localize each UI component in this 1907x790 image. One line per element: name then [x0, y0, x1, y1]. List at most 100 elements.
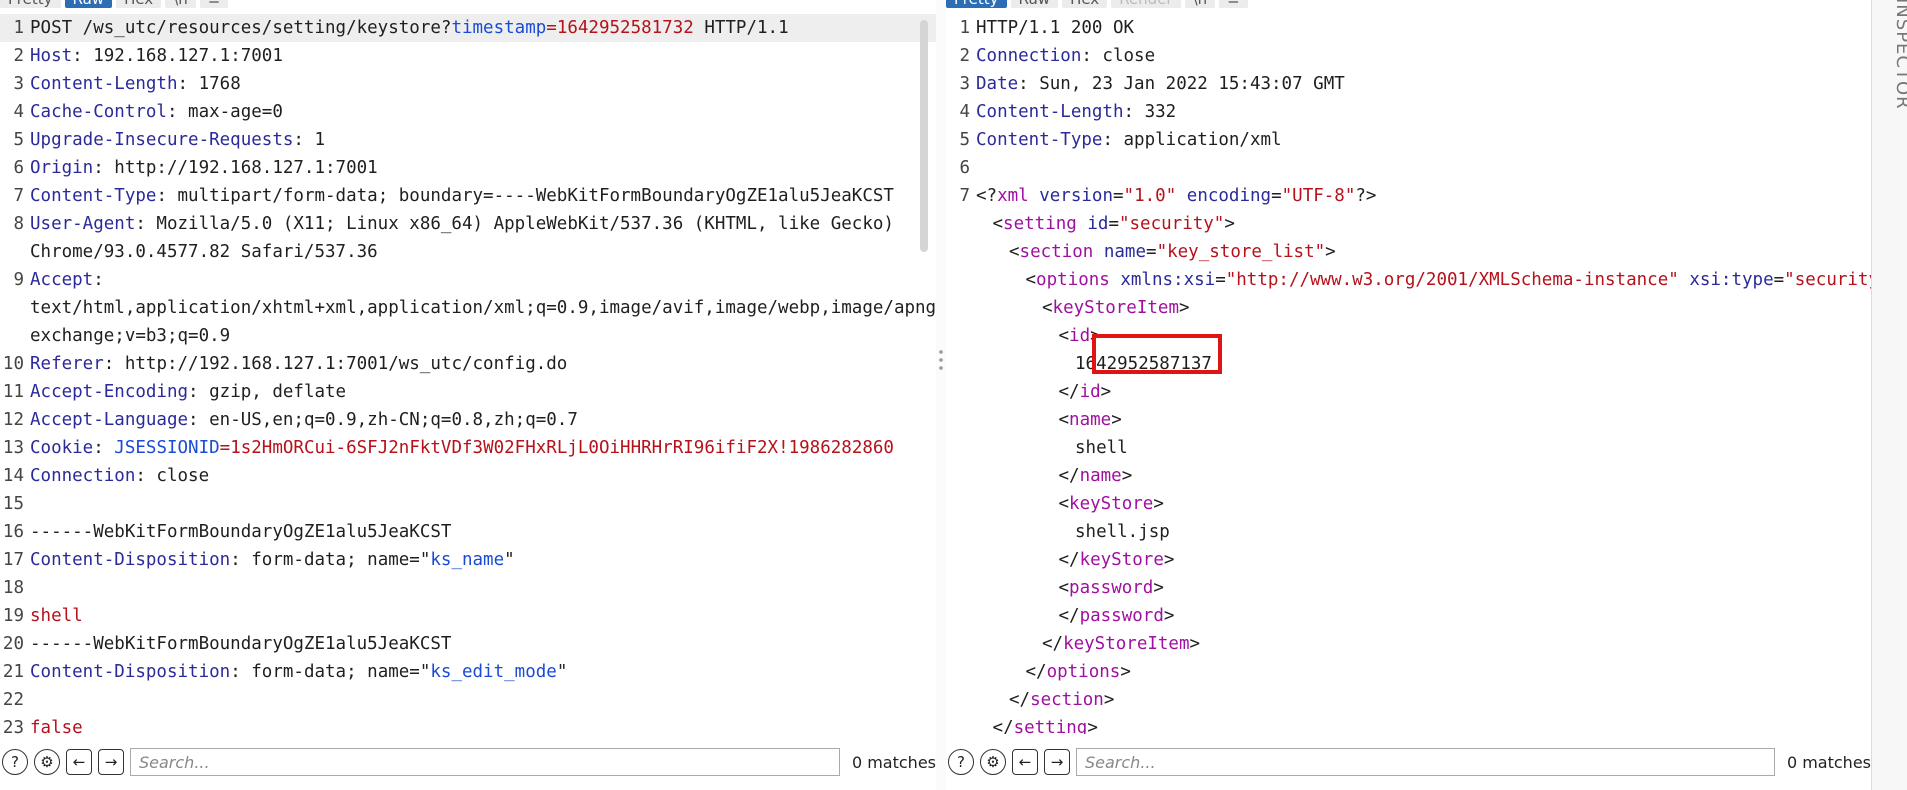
xml-section-open: <section name="key_store_list"> — [1009, 242, 1336, 262]
drag-handle-icon[interactable] — [939, 348, 943, 372]
header-name: Content-Length — [976, 102, 1124, 122]
header-line: 4 Cache-Control: max-age=0 — [13, 102, 283, 122]
request-pane: PrettyRawHex\n≡ 1 POST /ws_utc/resources… — [0, 0, 936, 790]
status-line: 1 HTTP/1.1 200 OK — [959, 18, 1135, 38]
header-name: Referer — [30, 354, 104, 374]
help-icon[interactable]: ? — [2, 749, 28, 775]
previous-arrow-icon[interactable]: ← — [66, 749, 92, 775]
tab-response-0[interactable]: Pretty — [946, 0, 1007, 8]
header-value: : 332 — [1123, 102, 1177, 122]
xml-id-value: 1642952587137 — [1075, 354, 1212, 374]
header-line: 4 Content-Length: 332 — [959, 102, 1177, 122]
header-name: Origin — [30, 158, 94, 178]
tab-response-5[interactable]: ≡ — [1219, 0, 1248, 8]
header-value: : Mozilla/5.0 (X11; Linux x86_64) AppleW… — [30, 214, 905, 262]
response-pane: PrettyRawHexRender\n≡ 1 HTTP/1.1 200 OK … — [946, 0, 1871, 790]
inspector-sidebar[interactable]: INSPECTOR — [1871, 0, 1907, 790]
header-name: Content-Type — [30, 186, 157, 206]
settings-gear-icon[interactable]: ⚙ — [980, 749, 1006, 775]
connection-header-line: 14 Connection: close — [2, 466, 210, 486]
body-text: shell — [30, 606, 83, 626]
request-editor[interactable]: 1 POST /ws_utc/resources/setting/keystor… — [0, 14, 936, 738]
header-line: 12 Accept-Language: en-US,en;q=0.9,zh-CN;… — [2, 410, 578, 430]
xml-keystoreitem-open: <keyStoreItem> — [1042, 298, 1190, 318]
response-headers: 2 Connection: close 3 Date: Sun, 23 Jan 202… — [946, 42, 1871, 154]
request-line: 1 POST /ws_utc/resources/setting/keystor… — [0, 14, 936, 42]
header-name: Host — [30, 46, 73, 66]
inspector-label: INSPECTOR — [1892, 0, 1907, 110]
cookie-header-line: 13 Cookie: JSESSIONID=1s2HmORCui-6SFJ2nF… — [2, 438, 894, 458]
header-line: 3 Date: Sun, 23 Jan 2022 15:43:07 GMT — [959, 74, 1345, 94]
tab-response-1[interactable]: Raw — [1010, 0, 1059, 8]
header-name: Upgrade-Insecure-Requests — [30, 130, 294, 150]
request-scrollbar[interactable] — [920, 20, 928, 252]
tab-request-0[interactable]: Pretty — [0, 0, 61, 8]
header-name: Connection — [976, 46, 1082, 66]
body-line: 20 ------WebKitFormBoundaryOgZE1alu5JeaKC… — [2, 634, 452, 654]
body-line: 17 Content-Disposition: form-data; name="… — [2, 550, 515, 570]
body-text: ------WebKitFormBoundaryOgZE1alu5JeaKCST — [30, 522, 452, 542]
header-value: : 192.168.127.1:7001 — [72, 46, 283, 66]
header-name: Accept-Encoding — [30, 382, 189, 402]
tab-request-1[interactable]: Raw — [64, 0, 113, 8]
previous-arrow-icon[interactable]: ← — [1012, 749, 1038, 775]
header-value: : max-age=0 — [166, 102, 283, 122]
xml-section-close: </section> — [1009, 690, 1115, 710]
tab-response-4[interactable]: \n — [1184, 0, 1216, 8]
pane-splitter[interactable] — [936, 0, 946, 790]
header-value: : multipart/form-data; boundary=----WebK… — [156, 186, 894, 206]
request-view-tabs: PrettyRawHex\n≡ — [0, 0, 229, 8]
xml-password-close: </password> — [1058, 606, 1175, 626]
header-line: 7 Content-Type: multipart/form-data; boun… — [13, 186, 894, 206]
body-text: ------WebKitFormBoundaryOgZE1alu5JeaKCST — [30, 634, 452, 654]
tab-request-3[interactable]: \n — [165, 0, 196, 8]
body-line: 16 ------WebKitFormBoundaryOgZE1alu5JeaKC… — [2, 522, 452, 542]
tab-response-2[interactable]: Hex — [1062, 0, 1108, 8]
header-line: 5 Upgrade-Insecure-Requests: 1 — [13, 130, 326, 150]
next-arrow-icon[interactable]: → — [98, 749, 124, 775]
xml-id-open: <id> — [1058, 326, 1101, 346]
request-match-count: 0 matches — [851, 752, 936, 772]
header-line: 2 Connection: close — [959, 46, 1156, 66]
header-line: 6 Origin: http://192.168.127.1:7001 — [13, 158, 378, 178]
tab-response-3[interactable]: Render — [1111, 0, 1181, 8]
body-line: 21 Content-Disposition: form-data; name="… — [2, 662, 568, 682]
request-headers: 2 Host: 192.168.127.1:7001 3 Content-Length… — [0, 42, 936, 434]
next-arrow-icon[interactable]: → — [1044, 749, 1070, 775]
settings-gear-icon[interactable]: ⚙ — [34, 749, 60, 775]
header-line: 9 Accept: text/html,application/xhtml+xml… — [0, 266, 936, 350]
request-body: 15 16 ------WebKitFormBoundaryOgZE1alu5Jea… — [0, 490, 936, 742]
request-search-input[interactable] — [130, 748, 840, 776]
xml-setting-open: <setting id="security"> — [992, 214, 1235, 234]
tab-request-2[interactable]: Hex — [116, 0, 162, 8]
header-name: Accept-Language — [30, 410, 189, 430]
highlight-box — [1092, 334, 1222, 374]
header-value: : 1 — [293, 130, 326, 150]
xml-id-close: </id> — [1058, 382, 1112, 402]
xml-name-open: <name> — [1058, 410, 1122, 430]
xml-keystore-open: <keyStore> — [1058, 494, 1164, 514]
header-value: : http://192.168.127.1:7001/ws_utc/confi… — [103, 354, 568, 374]
xml-keystore-value: shell.jsp — [1075, 522, 1170, 542]
body-line: 22 — [2, 690, 24, 710]
help-icon[interactable]: ? — [948, 749, 974, 775]
body-line: 19 shell — [2, 606, 83, 626]
header-name: Accept — [30, 270, 94, 290]
header-value: : en-US,en;q=0.9,zh-CN;q=0.8,zh;q=0.7 — [188, 410, 578, 430]
header-value: : Sun, 23 Jan 2022 15:43:07 GMT — [1018, 74, 1345, 94]
tab-request-4[interactable]: ≡ — [199, 0, 229, 8]
xml-keystoreitem-close: </keyStoreItem> — [1042, 634, 1201, 654]
header-name: Content-Length — [30, 74, 178, 94]
header-line: 5 Content-Type: application/xml — [959, 130, 1282, 150]
header-line: 10 Referer: http://192.168.127.1:7001/ws_… — [2, 354, 568, 374]
header-value: : gzip, deflate — [188, 382, 347, 402]
body-line: 15 — [2, 494, 24, 514]
header-line: 3 Content-Length: 1768 — [13, 74, 241, 94]
response-search-input[interactable] — [1076, 748, 1775, 776]
xml-name-close: </name> — [1058, 466, 1133, 486]
header-value: : application/xml — [1102, 130, 1282, 150]
header-name: User-Agent — [30, 214, 136, 234]
xml-declaration: 7 <?xml version="1.0" encoding="UTF-8"?> — [959, 186, 1377, 206]
header-line: 11 Accept-Encoding: gzip, deflate — [2, 382, 347, 402]
response-editor[interactable]: 1 HTTP/1.1 200 OK 2 Connection: close 3 Dat… — [946, 14, 1871, 738]
